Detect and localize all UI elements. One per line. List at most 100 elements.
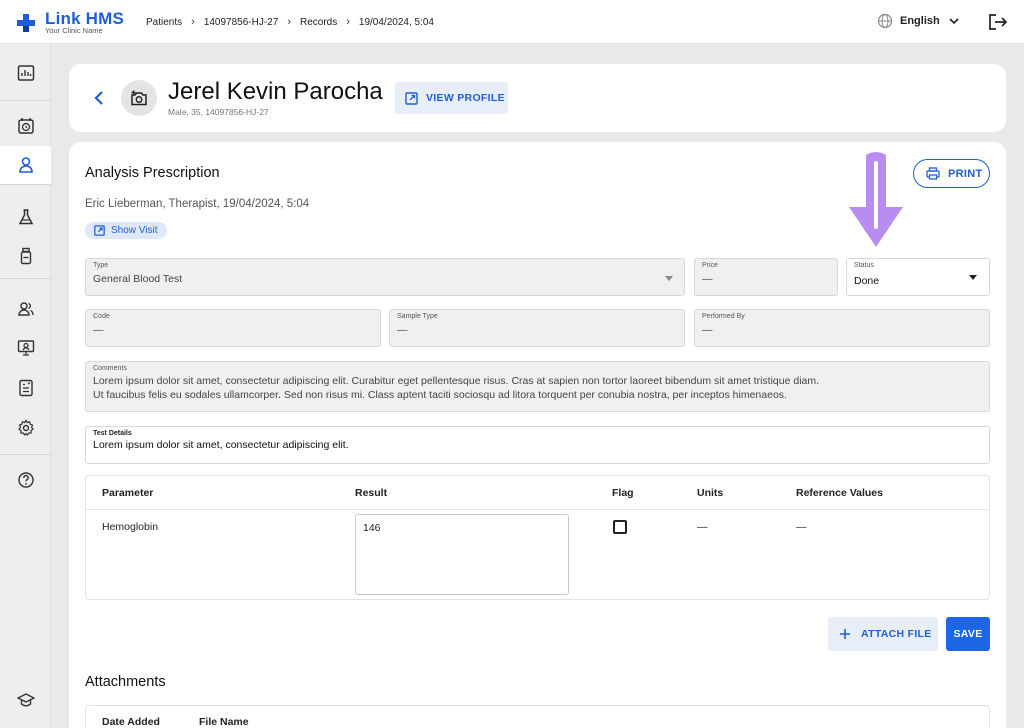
calendar-clock-icon [17, 118, 34, 134]
code-field[interactable]: Code — [85, 309, 381, 347]
breadcrumb-item: 19/04/2024, 5:04 [358, 16, 434, 28]
sidebar-item-help[interactable] [0, 461, 51, 499]
globe-icon [877, 13, 893, 29]
graduation-cap-icon [16, 693, 35, 707]
result-value: 146 [363, 522, 381, 534]
show-visit-button[interactable]: Show Visit [85, 222, 167, 239]
plus-icon [840, 629, 850, 639]
avatar[interactable] [121, 80, 157, 116]
users-icon [17, 302, 34, 316]
attach-file-label: ATTACH FILE [861, 628, 932, 640]
clinic-name: Your Clinic Name [45, 26, 103, 35]
price-value: — [702, 273, 713, 285]
test-details-label: Test Details [93, 430, 132, 437]
section-title: Analysis Prescription [85, 165, 220, 181]
show-visit-label: Show Visit [111, 225, 158, 236]
patient-name: Jerel Kevin Parocha [168, 78, 383, 105]
results-table: Parameter Result Flag Units Reference Va… [85, 475, 990, 600]
chevron-right-icon: › [287, 16, 291, 28]
back-arrow-icon[interactable] [91, 88, 107, 108]
language-selector[interactable]: English [877, 13, 961, 29]
top-bar: Link HMS Your Clinic Name Patients › 140… [0, 0, 1024, 44]
sidebar-item-pharmacy[interactable] [0, 237, 51, 275]
sidebar-item-appointments[interactable] [0, 107, 51, 145]
comments-field[interactable]: Comments Lorem ipsum dolor sit amet, con… [85, 361, 990, 412]
attachments-title: Attachments [85, 674, 166, 690]
sidebar-item-settings[interactable] [0, 409, 51, 447]
gear-icon [17, 419, 34, 436]
type-value: General Blood Test [93, 273, 183, 285]
sidebar-item-patients[interactable] [0, 146, 51, 184]
code-label: Code [93, 313, 110, 320]
camera-add-icon [131, 90, 147, 106]
performed-by-value: — [702, 324, 713, 336]
sidebar-item-telemedicine[interactable] [0, 329, 51, 367]
print-label: PRINT [948, 167, 983, 180]
chevron-down-icon [949, 18, 959, 25]
chart-icon [17, 65, 34, 81]
type-label: Type [93, 262, 109, 269]
view-profile-button[interactable]: VIEW PROFILE [395, 82, 508, 114]
status-value: Done [854, 275, 880, 287]
view-profile-label: VIEW PROFILE [426, 92, 505, 104]
sidebar-item-training[interactable] [0, 681, 51, 719]
prescription-card: Analysis Prescription Eric Lieberman, Th… [69, 142, 1006, 728]
chevron-right-icon: › [191, 16, 195, 28]
sample-type-label: Sample Type [397, 313, 438, 320]
help-icon [17, 472, 34, 488]
sidebar-item-reports[interactable] [0, 54, 51, 92]
test-details-value: Lorem ipsum dolor sit amet, consectetur … [93, 439, 349, 451]
column-header: Reference Values [796, 487, 883, 499]
parameter-cell: Hemoglobin [102, 521, 159, 533]
result-input[interactable]: 146 [355, 514, 569, 595]
breadcrumb: Patients › 14097856-HJ-27 › Records › 19… [146, 16, 434, 28]
flask-icon [18, 209, 33, 225]
comments-label: Comments [93, 365, 127, 372]
column-header: File Name [199, 716, 249, 728]
performed-by-label: Performed By [702, 313, 745, 320]
save-button[interactable]: SAVE [946, 617, 990, 651]
column-header: Units [697, 487, 724, 499]
prescription-meta: Eric Lieberman, Therapist, 19/04/2024, 5… [85, 198, 310, 210]
dropdown-arrow-icon [969, 275, 977, 280]
price-field[interactable]: Price — [694, 258, 838, 296]
type-select[interactable]: Type General Blood Test [85, 258, 685, 296]
code-value: — [93, 324, 104, 336]
print-button[interactable]: PRINT [913, 159, 990, 188]
sample-type-field[interactable]: Sample Type — [389, 309, 685, 347]
sidebar [0, 44, 51, 728]
chevron-right-icon: › [346, 16, 350, 28]
bottle-icon [20, 247, 31, 265]
status-label: Status [854, 262, 874, 269]
breadcrumb-item[interactable]: Patients [146, 17, 182, 28]
logo-cross-icon [17, 14, 35, 32]
reference-cell: — [796, 521, 807, 533]
open-external-icon [94, 225, 105, 236]
monitor-icon [17, 340, 34, 356]
sidebar-item-laboratory[interactable] [0, 198, 51, 236]
comments-line: Ut faucibus felis eu sodales ullamcorper… [93, 389, 787, 401]
logout-icon[interactable] [988, 13, 1008, 31]
units-cell: — [697, 521, 708, 533]
flag-checkbox[interactable] [613, 520, 627, 534]
breadcrumb-item[interactable]: Records [300, 17, 337, 28]
performed-by-field[interactable]: Performed By — [694, 309, 990, 347]
price-label: Price [702, 262, 718, 269]
status-select[interactable]: Status Done [846, 258, 990, 296]
document-icon [18, 379, 33, 397]
patient-meta: Male, 35, 14097856-HJ-27 [168, 107, 269, 117]
sidebar-item-billing[interactable] [0, 369, 51, 407]
printer-icon [926, 167, 940, 180]
breadcrumb-item[interactable]: 14097856-HJ-27 [204, 17, 279, 28]
patient-header-card: Jerel Kevin Parocha Male, 35, 14097856-H… [69, 64, 1006, 132]
column-header: Parameter [102, 487, 154, 499]
test-details-field[interactable]: Test Details Lorem ipsum dolor sit amet,… [85, 426, 990, 464]
column-header: Date Added [102, 716, 160, 728]
comments-text: Lorem ipsum dolor sit amet, consectetur … [93, 374, 819, 402]
attach-file-button[interactable]: ATTACH FILE [828, 617, 938, 651]
brand-logo[interactable]: Link HMS Your Clinic Name [16, 9, 126, 37]
comments-line: Lorem ipsum dolor sit amet, consectetur … [93, 375, 820, 387]
sidebar-item-staff[interactable] [0, 290, 51, 328]
sample-type-value: — [397, 324, 408, 336]
language-label: English [900, 15, 940, 27]
